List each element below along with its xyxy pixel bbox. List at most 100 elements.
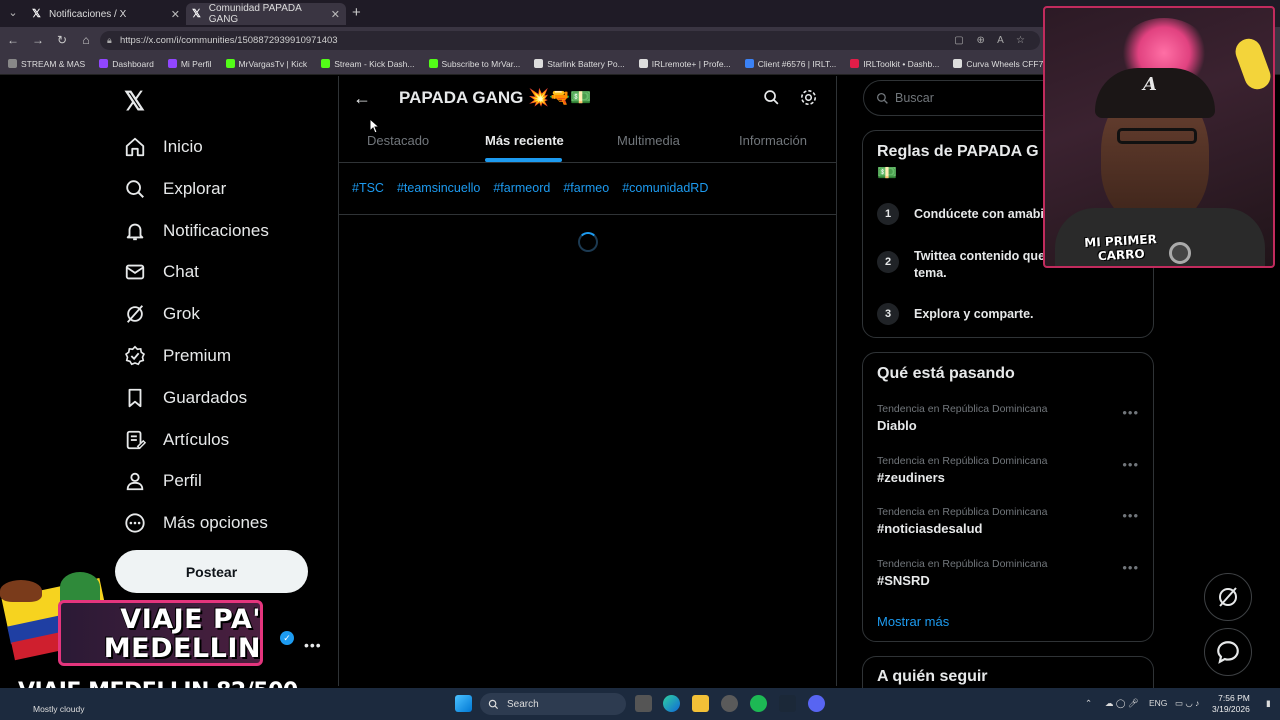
rule-item[interactable]: 3 Explora y comparte. [877, 303, 1144, 325]
x-logo-icon[interactable]: 𝕏 [124, 86, 145, 117]
nav-item-notificaciones[interactable]: Notificaciones [124, 216, 269, 246]
tab-informacion[interactable]: Información [739, 133, 807, 148]
rules-title: Reglas de PAPADA G [877, 143, 1039, 160]
trend-name: #SNSRD [877, 572, 930, 588]
file-explorer-icon[interactable] [692, 695, 709, 712]
bookmark-item[interactable]: Dashboard [99, 59, 154, 69]
taskbar-search[interactable]: Search [480, 693, 626, 715]
edge-icon[interactable] [663, 695, 680, 712]
tab-multimedia[interactable]: Multimedia [617, 133, 680, 148]
bookmark-item[interactable]: STREAM & MAS [8, 59, 85, 69]
bookmark-label: Subscribe to MrVar... [441, 58, 521, 69]
post-button[interactable]: Postear [115, 550, 308, 593]
steam-icon[interactable] [779, 695, 796, 712]
notification-icon[interactable]: ▮ [1266, 698, 1271, 709]
tray-chevron-icon[interactable]: ⌃ [1085, 698, 1092, 709]
back-arrow-icon[interactable]: ← [353, 88, 371, 109]
nav-item-label: Artículos [163, 430, 230, 449]
nav-item-label: Inicio [163, 137, 203, 156]
refresh-icon[interactable]: ↻ [54, 32, 70, 48]
start-icon[interactable] [455, 695, 472, 712]
bookmark-item[interactable]: Mi Perfil [167, 59, 212, 69]
hashtag-link[interactable]: #teamsincuello [397, 181, 480, 195]
rule-text: Explora y comparte. [914, 307, 1034, 321]
close-tab-icon[interactable]: ✕ [331, 8, 340, 21]
nav-item-premium[interactable]: Premium [124, 341, 231, 371]
weather-text[interactable]: Mostly cloudy [33, 704, 85, 714]
nav-item-más-opciones[interactable]: Más opciones [124, 508, 268, 538]
bookmark-item[interactable]: Subscribe to MrVar... [428, 58, 521, 69]
mail-icon [124, 261, 146, 283]
grok-fab-button[interactable] [1204, 573, 1252, 621]
forward-icon[interactable]: → [30, 32, 46, 48]
tab-notificaciones[interactable]: 𝕏 Notificaciones / X ✕ [26, 3, 186, 25]
article-icon [124, 429, 146, 451]
nav-item-guardados[interactable]: Guardados [124, 383, 247, 413]
tab-mas-reciente[interactable]: Más reciente [485, 133, 564, 148]
trend-item[interactable]: Tendencia en República Dominicana #notici… [877, 506, 1147, 536]
bookmark-item[interactable]: IRLToolkit • Dashb... [850, 59, 939, 69]
nav-item-grok[interactable]: Grok [124, 299, 200, 329]
home-browser-icon[interactable]: ⌂ [78, 32, 94, 48]
language-indicator[interactable]: ENG [1149, 698, 1167, 708]
nav-item-label: Más opciones [163, 513, 268, 532]
hashtag-link[interactable]: #farmeord [493, 181, 550, 195]
bookmark-item[interactable]: Starlink Battery Po... [534, 58, 625, 69]
search-icon [488, 699, 499, 709]
bookmark-item[interactable]: Curva Wheels CFF76 [953, 59, 1048, 69]
bookmark-item[interactable]: Client #6576 | IRLT... [744, 59, 836, 69]
nav-item-perfil[interactable]: Perfil [124, 466, 202, 496]
webcam-overlay: A MI PRIMER CARRO [1043, 6, 1275, 268]
network-sound-icon[interactable]: ▭ ◡ ♪ [1175, 698, 1199, 709]
spotify-icon[interactable] [750, 695, 767, 712]
gear-icon[interactable] [799, 88, 818, 112]
nav-item-inicio[interactable]: Inicio [124, 132, 203, 162]
account-more-icon[interactable]: ••• [304, 637, 322, 653]
nav-item-artículos[interactable]: Artículos [124, 425, 229, 455]
more-options-icon[interactable]: ••• [1122, 560, 1139, 575]
bookmark-label: MrVargasTv | Kick [238, 58, 308, 69]
more-options-icon[interactable]: ••• [1122, 405, 1139, 420]
bookmark-item[interactable]: Stream - Kick Dash... [321, 59, 415, 69]
new-tab-button[interactable]: + [352, 4, 361, 21]
rule-text: Twittea contenido que tema. [914, 249, 1046, 280]
hashtag-link[interactable]: #comunidadRD [622, 181, 708, 195]
nav-item-label: Perfil [163, 471, 202, 490]
nav-item-explorar[interactable]: Explorar [124, 174, 226, 204]
more-options-icon[interactable]: ••• [1122, 457, 1139, 472]
bookmark-item[interactable]: IRLremote+ | Profe... [638, 59, 731, 69]
hashtag-link[interactable]: #farmeo [563, 181, 609, 195]
clock[interactable]: 7:56 PM 3/19/2026 [1212, 693, 1250, 715]
app-icon[interactable] [721, 695, 738, 712]
trend-category: Tendencia en República Dominicana [877, 557, 1048, 570]
task-view-icon[interactable] [635, 695, 652, 712]
nav-item-chat[interactable]: Chat [124, 257, 199, 287]
show-more-link[interactable]: Mostrar más [877, 614, 949, 629]
trend-item[interactable]: Tendencia en República Dominicana #SNSRD •… [877, 558, 1147, 588]
url-field[interactable]: 🔒︎ https://x.com/i/communities/150887293… [100, 31, 1040, 50]
search-icon [876, 92, 888, 104]
bookmark-item[interactable]: MrVargasTv | Kick [225, 58, 308, 69]
tab-comunidad[interactable]: 𝕏 Comunidad PAPADA GANG ✕ [186, 3, 346, 25]
bookmark-favicon-icon [850, 59, 860, 68]
trend-category: Tendencia en República Dominicana [877, 454, 1048, 467]
nav-item-label: Notificaciones [163, 221, 269, 240]
bookmark-favicon-icon [744, 59, 754, 68]
bookmark-label: Starlink Battery Po... [547, 58, 625, 69]
messages-fab-button[interactable] [1204, 628, 1252, 676]
trend-item[interactable]: Tendencia en República Dominicana Diablo •… [877, 403, 1147, 433]
address-actions-icon[interactable]: ▢ ⊕ A ☆ [954, 31, 1030, 50]
back-icon[interactable]: ← [5, 32, 21, 48]
trend-name: Diablo [877, 418, 917, 433]
search-icon[interactable] [763, 89, 780, 111]
rule-item[interactable]: 2 Twittea contenido que tema. [877, 249, 1064, 282]
more-options-icon[interactable]: ••• [1122, 508, 1139, 523]
bookmark-favicon-icon [428, 59, 438, 68]
close-tab-icon[interactable]: ✕ [171, 8, 180, 21]
tray-icons[interactable]: ☁ ◯ 🎤︎ [1105, 698, 1139, 709]
trend-item[interactable]: Tendencia en República Dominicana #zeudin… [877, 455, 1147, 485]
search-icon [124, 178, 146, 200]
discord-icon[interactable] [808, 695, 825, 712]
hashtag-link[interactable]: #TSC [352, 181, 384, 195]
tab-list-chevron-icon[interactable]: ⌄ [4, 5, 22, 21]
